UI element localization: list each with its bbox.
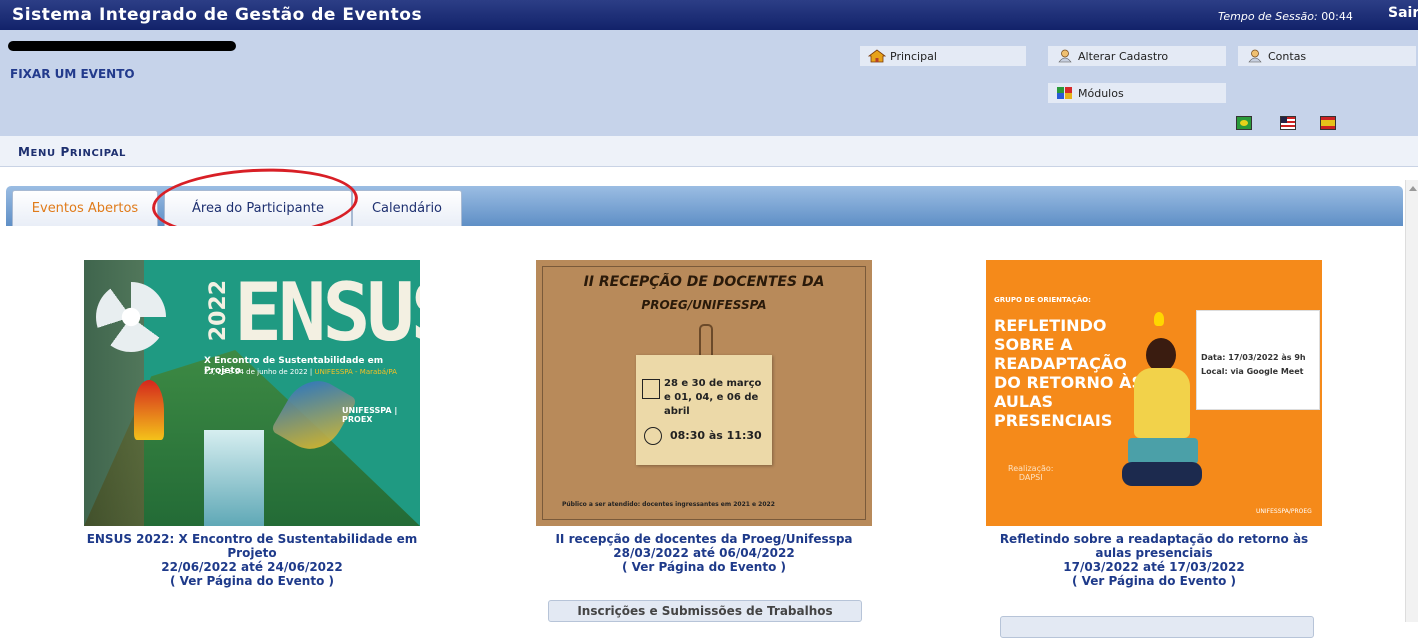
alterar-cadastro-label: Alterar Cadastro: [1078, 49, 1169, 63]
tab-eventos-abertos[interactable]: Eventos Abertos: [12, 190, 158, 226]
principal-label: Principal: [890, 49, 937, 63]
redacted-user-name: [8, 41, 236, 51]
person-books: [1128, 438, 1198, 464]
poster-dates: 22, 23 e 24 de junho de 2022 | UNIFESSPA…: [204, 368, 397, 376]
poster-logo-text: UNIFESSPA | PROEX: [342, 406, 398, 424]
modulos-label: Módulos: [1078, 86, 1124, 100]
person-body: [1134, 368, 1190, 438]
scrollbar[interactable]: [1405, 180, 1418, 622]
clock-icon: [644, 427, 662, 445]
calendar-icon: [642, 379, 660, 399]
poster-footer: Público a ser atendido: docentes ingress…: [562, 501, 775, 508]
event-dates: 28/03/2022 até 06/04/2022: [613, 546, 795, 560]
usa-flag-icon[interactable]: [1280, 116, 1296, 130]
event-caption: II recepção de docentes da Proeg/Unifess…: [536, 532, 872, 574]
event-page-link[interactable]: ( Ver Página do Evento ): [986, 574, 1322, 588]
poster-group: GRUPO DE ORIENTAÇÃO:: [994, 296, 1091, 304]
event-caption: Refletindo sobre a readaptação do retorn…: [986, 532, 1322, 588]
macaw-red-illustration: [134, 380, 164, 440]
poster-local: Local: via Google Meet: [1201, 367, 1304, 376]
poster-info-box: Data: 17/03/2022 às 9h Local: via Google…: [1196, 310, 1320, 410]
menu-principal-bar: MENU PRINCIPAL: [0, 136, 1418, 167]
event-title: Refletindo sobre a readaptação do retorn…: [999, 532, 1309, 560]
event-page-link[interactable]: ( Ver Página do Evento ): [536, 560, 872, 574]
person-head: [1146, 338, 1176, 372]
poster-data: Data: 17/03/2022 às 9h: [1201, 353, 1306, 362]
event-poster-recepcao[interactable]: II RECEPÇÃO DE DOCENTES DA PROEG/UNIFESS…: [536, 260, 872, 526]
poster-org: DAPSI: [1018, 473, 1043, 482]
fixar-evento-link[interactable]: FIXAR UM EVENTO: [10, 67, 135, 81]
poster-waterfall: [204, 430, 264, 526]
poster-time: 08:30 às 11:30: [670, 429, 762, 442]
spain-flag-icon[interactable]: [1320, 116, 1336, 130]
tab-bar: Eventos Abertos Área do Participante Cal…: [6, 186, 1403, 226]
reading-person-illustration: [1122, 338, 1202, 488]
modulos-link[interactable]: Módulos: [1048, 83, 1226, 103]
event-title: ENSUS 2022: X Encontro de Sustentabilida…: [86, 532, 418, 560]
poster-line2: PROEG/UNIFESSPA: [641, 298, 767, 312]
brazil-flag-icon[interactable]: [1236, 116, 1252, 130]
session-value: 00:44: [1321, 10, 1353, 23]
tab-calendario[interactable]: Calendário: [352, 190, 462, 226]
user-icon: [1058, 49, 1072, 63]
poster-ensus-title: ENSUS: [234, 266, 420, 359]
contas-label: Contas: [1268, 49, 1307, 63]
event-title: II recepção de docentes da Proeg/Unifess…: [555, 532, 853, 546]
event-dates: 17/03/2022 até 17/03/2022: [1063, 560, 1245, 574]
event-poster-ensus[interactable]: 2022 ENSUS X Encontro de Sustentabilidad…: [84, 260, 420, 526]
poster-dates: 28 e 30 de março e 01, 04, e 06 de abril: [664, 378, 762, 417]
user-icon: [1248, 49, 1262, 63]
logout-link[interactable]: Sair: [1388, 5, 1418, 21]
event-dates: 22/06/2022 até 24/06/2022: [161, 560, 343, 574]
session-label: Tempo de Sessão:: [1218, 10, 1318, 23]
alterar-cadastro-link[interactable]: Alterar Cadastro: [1048, 46, 1226, 66]
principal-link[interactable]: Principal: [860, 46, 1026, 66]
event-caption: ENSUS 2022: X Encontro de Sustentabilida…: [84, 532, 420, 588]
poster-year: 2022: [206, 280, 231, 342]
poster-note: 28 e 30 de março e 01, 04, e 06 de abril…: [636, 355, 772, 465]
event-action-button-partial[interactable]: [1000, 616, 1314, 638]
poster-place: UNIFESSPA - Marabá/PA: [314, 368, 397, 376]
session-timer: Tempo de Sessão: 00:44: [1218, 10, 1353, 23]
person-legs: [1122, 462, 1202, 486]
event-page-link[interactable]: ( Ver Página do Evento ): [84, 574, 420, 588]
poster-dates-text: 22, 23 e 24 de junho de 2022 |: [204, 368, 313, 376]
poster-realizacao: Realização: DAPSI: [1008, 464, 1053, 482]
contas-link[interactable]: Contas: [1238, 46, 1416, 66]
poster-logo: UNIFESSPA/PROEG: [1256, 508, 1312, 515]
pinwheel-logo-icon: [96, 282, 166, 352]
menu-principal-label[interactable]: MENU PRINCIPAL: [18, 145, 126, 159]
system-title: Sistema Integrado de Gestão de Eventos: [12, 5, 423, 25]
home-icon: [868, 49, 886, 63]
inscricoes-button[interactable]: Inscrições e Submissões de Trabalhos: [548, 600, 862, 622]
puzzle-icon: [1057, 87, 1072, 99]
top-bar: Sistema Integrado de Gestão de Eventos T…: [0, 0, 1418, 30]
poster-line1: II RECEPÇÃO DE DOCENTES DA: [583, 274, 825, 290]
poster-realizacao-label: Realização:: [1008, 464, 1054, 473]
scroll-up-arrow-icon[interactable]: [1409, 186, 1417, 191]
tab-area-do-participante[interactable]: Área do Participante: [164, 190, 352, 226]
header-panel: FIXAR UM EVENTO Principal Alterar Cadast…: [0, 30, 1418, 136]
event-poster-refletindo[interactable]: GRUPO DE ORIENTAÇÃO: REFLETINDO SOBRE A …: [986, 260, 1322, 526]
lightbulb-icon: [1154, 312, 1164, 326]
